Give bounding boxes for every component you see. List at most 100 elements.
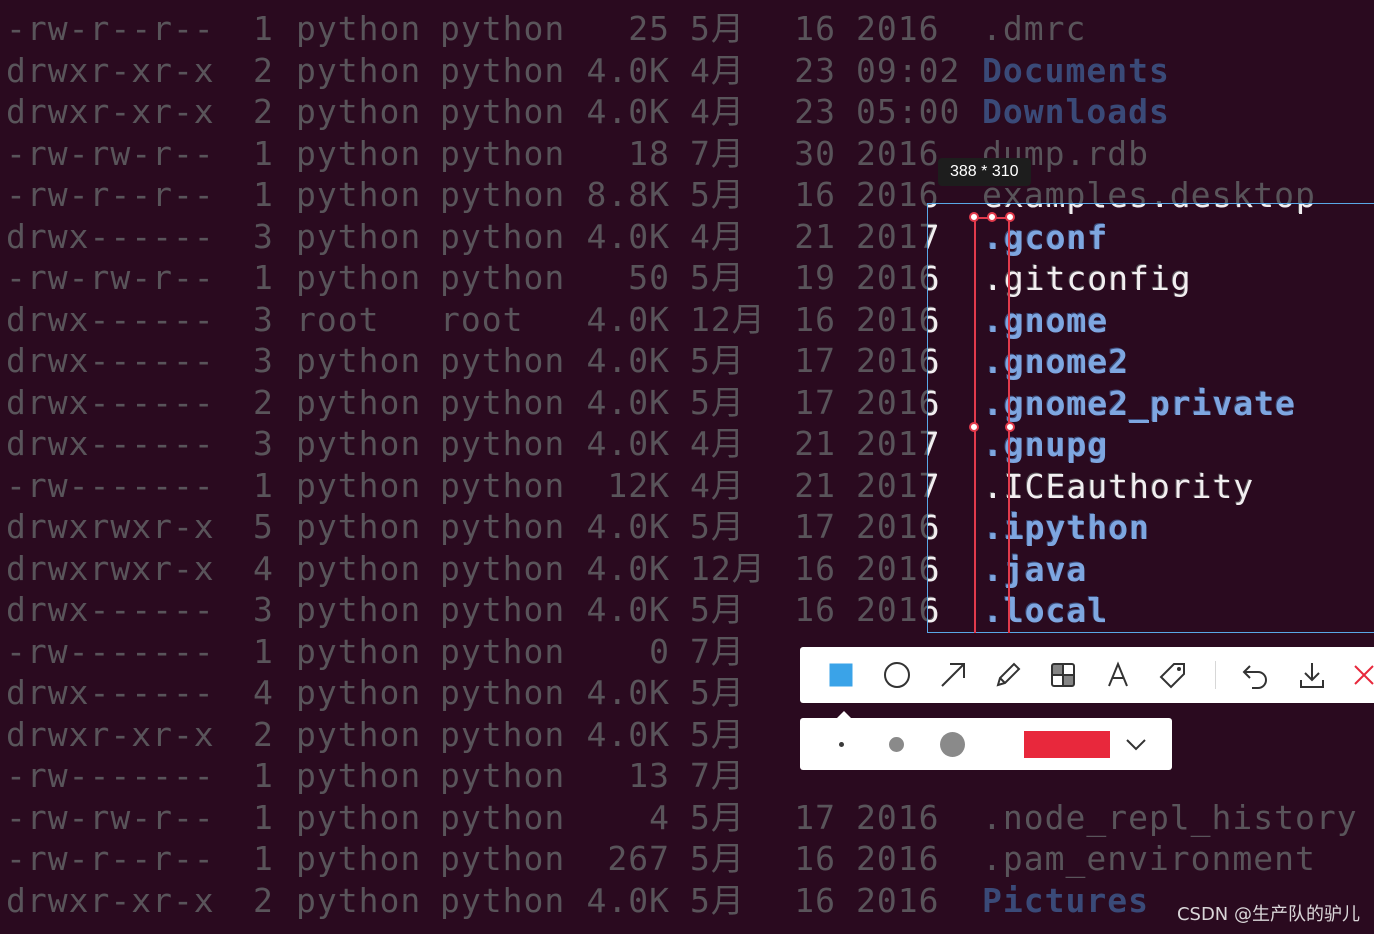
text-icon[interactable] <box>1102 659 1134 691</box>
listing-day: 17 <box>794 507 836 546</box>
listing-perm: -rw-rw-r-- <box>6 133 215 173</box>
listing-size: 4.0K <box>586 548 670 588</box>
listing-links: 3 <box>253 299 274 339</box>
listing-owner: python <box>296 9 422 48</box>
rectangle-icon[interactable] <box>825 659 857 691</box>
listing-perm: drwx------ <box>6 341 215 380</box>
resize-handle[interactable] <box>969 212 979 222</box>
listing-day: 23 <box>794 92 836 131</box>
listing-owner: python <box>296 548 422 588</box>
chevron-down-icon[interactable] <box>1122 730 1150 758</box>
close-icon[interactable] <box>1348 659 1374 691</box>
listing-group: python <box>440 631 566 671</box>
arrow-icon[interactable] <box>937 659 969 691</box>
undo-icon[interactable] <box>1239 659 1271 691</box>
listing-perm: -rw-r--r-- <box>6 9 215 48</box>
listing-time: 2016 <box>856 839 940 878</box>
listing-name: .dmrc <box>982 9 1087 48</box>
listing-perm: drwxrwxr-x <box>6 507 215 546</box>
listing-month: 5月 <box>690 9 745 48</box>
listing-group: python <box>440 92 566 131</box>
listing-month: 5月 <box>690 590 745 629</box>
listing-day: 16 <box>794 590 836 629</box>
listing-links: 1 <box>253 465 274 505</box>
listing-name: .ICEauthority <box>983 466 1255 506</box>
listing-row: drwxr-xr-x 2 python python 4.0K 4月 23 05:00 Down… <box>0 91 1374 133</box>
listing-perm: drwxr-xr-x <box>6 50 215 90</box>
listing-perm: drwxr-xr-x <box>6 880 215 920</box>
listing-links: 3 <box>253 424 274 463</box>
listing-row: -rw-rw-r-- 1 python python 18 7月 30 2016 dump.rd… <box>0 133 1374 175</box>
listing-size: 4.0K <box>586 424 670 463</box>
tag-icon[interactable] <box>1157 659 1189 691</box>
listing-perm: -rw------- <box>6 756 215 795</box>
color-swatch[interactable] <box>1024 731 1110 758</box>
listing-name: examples.desktop <box>983 204 1317 217</box>
listing-size: 4.0K <box>586 216 670 256</box>
listing-month: 4月 <box>690 216 745 256</box>
listing-row: -rw-r--r-- 1 python python 25 5月 16 2016 .dmrc <box>0 8 1374 50</box>
listing-day: 17 <box>794 382 836 422</box>
stroke-small-option[interactable] <box>839 742 844 747</box>
listing-links: 1 <box>253 839 274 878</box>
listing-group: python <box>440 590 566 629</box>
listing-time: 09:02 <box>856 50 961 90</box>
listing-day: 16 <box>794 299 836 339</box>
listing-month: 5月 <box>690 382 745 422</box>
listing-size: 0 <box>649 631 670 671</box>
listing-day: 21 <box>794 424 836 463</box>
listing-group: python <box>440 133 566 173</box>
listing-perm: drwx------ <box>6 673 215 712</box>
listing-owner: python <box>296 258 422 297</box>
listing-size: 13 <box>628 756 670 795</box>
listing-day: 16 <box>794 175 836 214</box>
pen-icon[interactable] <box>992 659 1024 691</box>
listing-owner: python <box>296 880 422 920</box>
listing-group: python <box>440 880 566 920</box>
listing-size: 4 <box>649 797 670 837</box>
resize-handle[interactable] <box>1005 422 1015 432</box>
listing-links: 1 <box>253 133 274 173</box>
listing-perm: drwx------ <box>6 299 215 339</box>
ellipse-icon[interactable] <box>881 659 913 691</box>
annotation-toolbar <box>800 647 1374 703</box>
stroke-medium-option[interactable] <box>889 737 904 752</box>
resize-handle[interactable] <box>987 212 997 222</box>
listing-day: 21 <box>794 216 836 256</box>
listing-time: 2016 <box>928 204 940 217</box>
listing-time: 2016 <box>856 797 940 837</box>
listing-owner: python <box>296 341 422 380</box>
listing-time: 2016 <box>928 258 940 300</box>
listing-time: 2016 <box>928 590 940 632</box>
listing-owner: python <box>296 673 422 712</box>
listing-links: 4 <box>253 673 274 712</box>
download-icon[interactable] <box>1296 659 1328 691</box>
listing-size: 18 <box>628 133 670 173</box>
listing-perm: -rw-rw-r-- <box>6 258 215 297</box>
listing-month: 5月 <box>690 258 745 297</box>
listing-links: 1 <box>253 631 274 671</box>
listing-month: 5月 <box>690 175 745 214</box>
listing-size: 4.0K <box>586 880 670 920</box>
listing-day: 17 <box>794 797 836 837</box>
listing-size: 4.0K <box>586 590 670 629</box>
listing-month: 7月 <box>690 133 745 173</box>
listing-size: 25 <box>628 9 670 48</box>
listing-size: 50 <box>628 258 670 297</box>
resize-handle[interactable] <box>1005 212 1015 222</box>
listing-perm: -rw-r--r-- <box>6 839 215 878</box>
listing-month: 4月 <box>690 50 745 90</box>
listing-name: .node_repl_history <box>982 797 1358 837</box>
listing-size: 4.0K <box>586 299 670 339</box>
toolbar-separator <box>1215 661 1216 689</box>
listing-size: 4.0K <box>586 50 670 90</box>
mosaic-icon[interactable] <box>1047 659 1079 691</box>
listing-group: python <box>440 175 566 214</box>
listing-name: Pictures <box>982 880 1149 920</box>
stroke-large-option[interactable] <box>940 732 965 757</box>
resize-handle[interactable] <box>969 422 979 432</box>
listing-links: 5 <box>253 507 274 546</box>
listing-time: 05:00 <box>856 92 961 131</box>
listing-name: .pam_environment <box>982 839 1316 878</box>
listing-month: 7月 <box>690 756 745 795</box>
